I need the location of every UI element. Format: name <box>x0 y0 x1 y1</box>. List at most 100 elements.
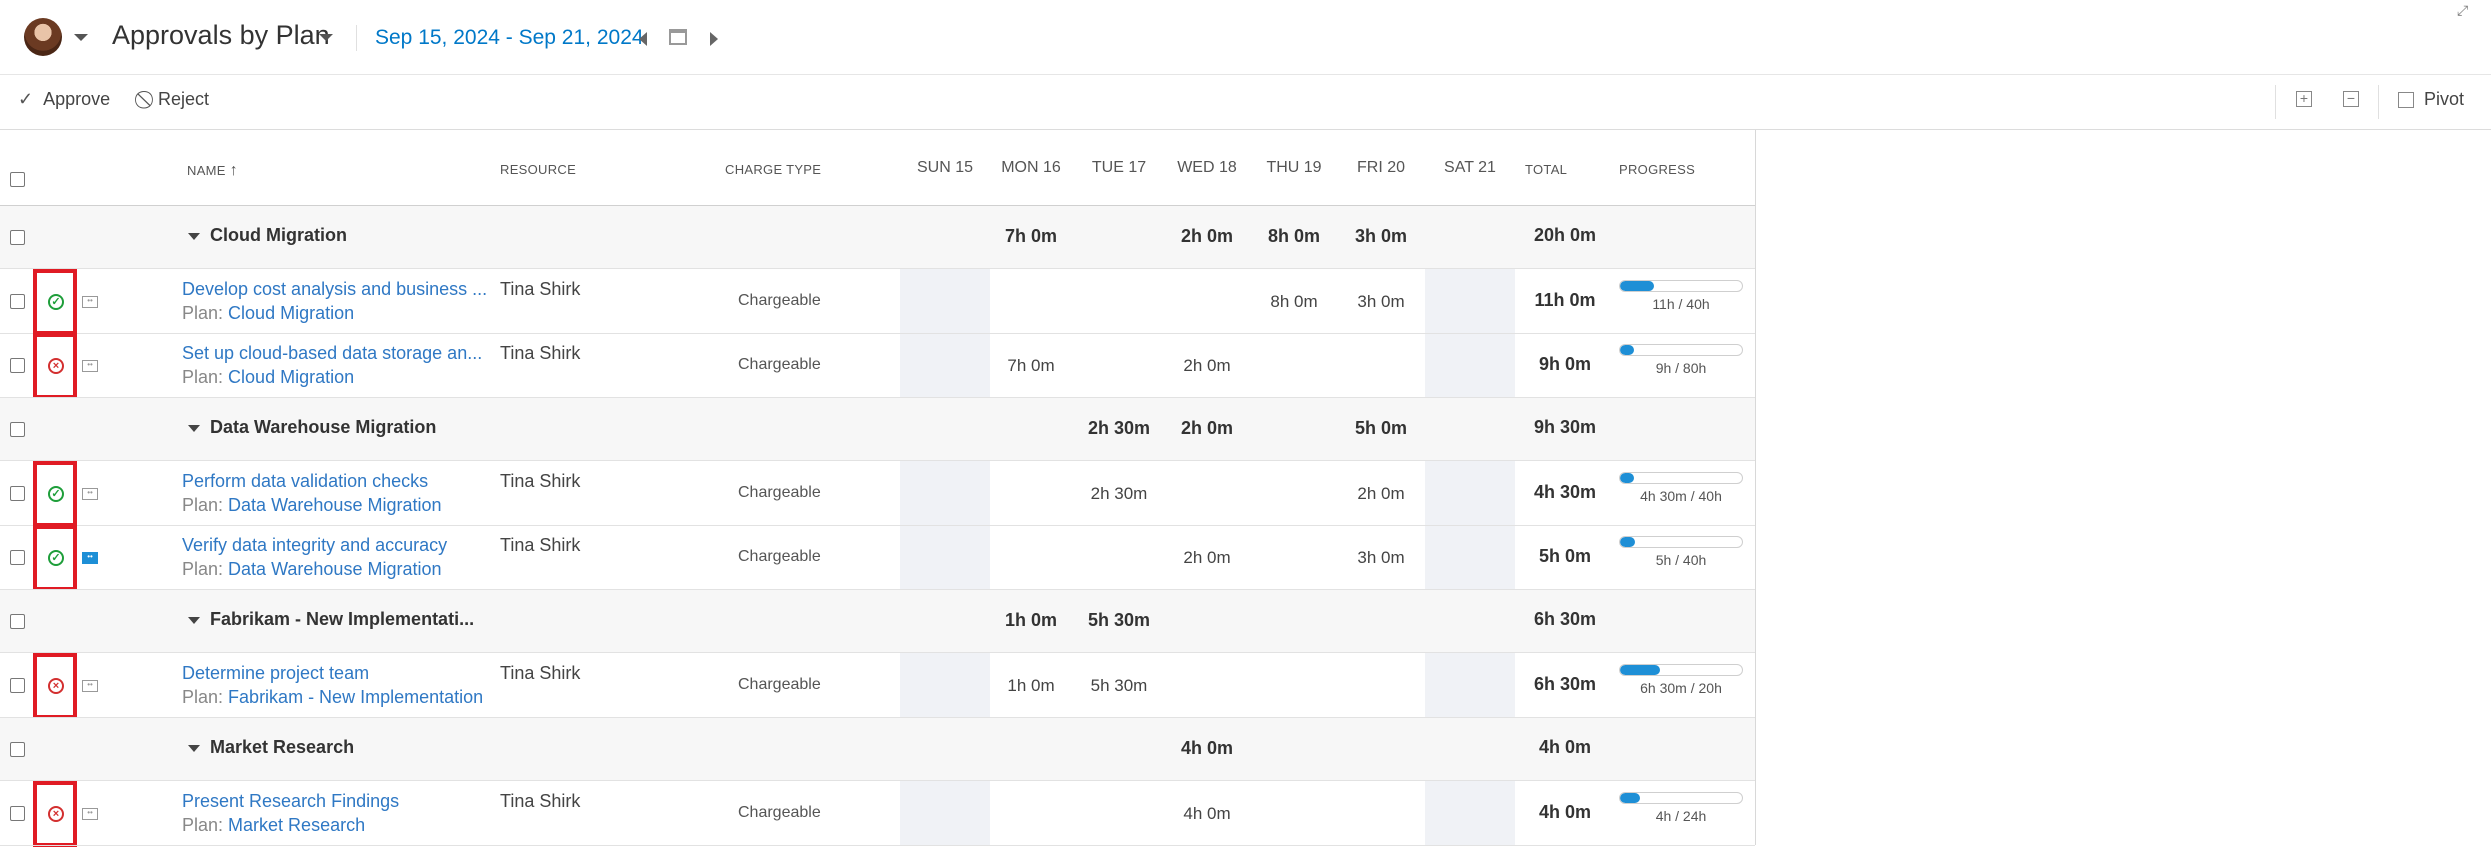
task-name-link[interactable]: Determine project team <box>182 663 369 684</box>
progress-label: 9h / 80h <box>1655 360 1707 376</box>
plan-link[interactable]: Cloud Migration <box>228 303 354 323</box>
chevron-down-icon[interactable] <box>188 617 200 624</box>
task-name-link[interactable]: Perform data validation checks <box>182 471 428 492</box>
group-day-hours: 3h 0m <box>1354 226 1408 246</box>
plan-prefix: Plan: <box>182 687 224 707</box>
row-checkbox[interactable] <box>10 294 25 309</box>
day-hours[interactable]: 1h 0m <box>987 676 1075 696</box>
day-hours[interactable]: 2h 0m <box>1337 484 1425 504</box>
group-checkbox[interactable] <box>10 742 25 757</box>
pivot-button[interactable]: Pivot <box>2398 89 2464 110</box>
reject-label: Reject <box>158 89 210 109</box>
plan-link[interactable]: Data Warehouse Migration <box>228 559 441 579</box>
task-name-link[interactable]: Set up cloud-based data storage an... <box>182 343 482 364</box>
row-divider <box>0 525 1755 526</box>
group-name[interactable]: Fabrikam - New Implementati... <box>210 609 474 630</box>
column-header-resource[interactable]: RESOURCE <box>500 162 576 177</box>
approve-button[interactable]: ✓ Approve <box>18 89 110 110</box>
calendar-icon[interactable] <box>669 29 687 45</box>
comment-icon[interactable]: •• <box>82 296 98 308</box>
column-header-thu: THU 19 <box>1266 159 1322 176</box>
row-divider <box>0 780 1755 781</box>
group-day-hours: 5h 0m <box>1354 418 1408 438</box>
day-hours[interactable]: 4h 0m <box>1163 804 1251 824</box>
approved-status-icon: ✓ <box>48 486 64 502</box>
group-day-hours: 2h 30m <box>1087 418 1151 438</box>
column-header-sun: SUN 15 <box>916 159 974 176</box>
comment-icon[interactable]: •• <box>82 360 98 372</box>
day-hours[interactable]: 3h 0m <box>1337 292 1425 312</box>
previous-week-icon[interactable] <box>639 32 647 46</box>
task-name-link[interactable]: Present Research Findings <box>182 791 399 812</box>
column-header-name[interactable]: NAME ↑ <box>187 162 238 180</box>
group-checkbox[interactable] <box>10 230 25 245</box>
next-week-icon[interactable] <box>710 32 718 46</box>
avatar-chevron-down-icon[interactable] <box>74 34 88 41</box>
resource-name: Tina Shirk <box>500 791 581 811</box>
group-name[interactable]: Cloud Migration <box>210 225 347 246</box>
column-header-fri: FRI 20 <box>1356 159 1405 176</box>
charge-type: Chargeable <box>738 484 821 501</box>
collapse-all-icon[interactable]: − <box>2343 91 2359 107</box>
task-name-link[interactable]: Develop cost analysis and business ... <box>182 279 487 300</box>
plan-link[interactable]: Cloud Migration <box>228 367 354 387</box>
approve-label: Approve <box>43 89 111 109</box>
plan-line: Plan: Data Warehouse Migration <box>182 559 441 580</box>
group-checkbox[interactable] <box>10 422 25 437</box>
task-name-link[interactable]: Verify data integrity and accuracy <box>182 535 447 556</box>
day-hours[interactable]: 3h 0m <box>1337 548 1425 568</box>
column-header-charge-type[interactable]: CHARGE TYPE <box>725 162 821 177</box>
progress-fill <box>1620 537 1636 547</box>
chevron-down-icon[interactable] <box>188 425 200 432</box>
comment-icon[interactable]: •• <box>82 488 98 500</box>
reject-button[interactable]: ⃠ Reject <box>148 89 209 110</box>
column-header-total[interactable]: TOTAL <box>1525 162 1567 177</box>
column-name-label: NAME <box>187 163 226 178</box>
charge-type: Chargeable <box>738 356 821 373</box>
comment-icon[interactable]: •• <box>82 680 98 692</box>
column-header-progress[interactable]: PROGRESS <box>1619 162 1695 177</box>
page-title[interactable]: Approvals by Plan <box>112 20 330 51</box>
plan-prefix: Plan: <box>182 367 224 387</box>
avatar[interactable] <box>24 18 62 56</box>
plan-link[interactable]: Market Research <box>228 815 365 835</box>
progress-fill <box>1620 345 1634 355</box>
resource-name: Tina Shirk <box>500 471 581 491</box>
group-name[interactable]: Data Warehouse Migration <box>210 417 436 438</box>
day-hours[interactable]: 8h 0m <box>1251 292 1337 312</box>
resource-name: Tina Shirk <box>500 343 581 363</box>
expand-window-icon[interactable]: ⤢ <box>2457 2 2468 19</box>
plan-link[interactable]: Data Warehouse Migration <box>228 495 441 515</box>
row-total: 6h 30m <box>1533 674 1597 694</box>
plan-prefix: Plan: <box>182 495 224 515</box>
day-hours[interactable]: 7h 0m <box>987 356 1075 376</box>
plan-line: Plan: Market Research <box>182 815 365 836</box>
day-hours[interactable]: 2h 30m <box>1075 484 1163 504</box>
chevron-down-icon[interactable] <box>188 745 200 752</box>
progress-bar <box>1619 664 1743 676</box>
day-hours[interactable]: 2h 0m <box>1163 356 1251 376</box>
date-range[interactable]: Sep 15, 2024 - Sep 21, 2024 <box>375 26 644 50</box>
row-total: 4h 30m <box>1533 482 1597 502</box>
row-checkbox[interactable] <box>10 550 25 565</box>
group-day-hours: 8h 0m <box>1267 226 1321 246</box>
row-checkbox[interactable] <box>10 806 25 821</box>
select-all-checkbox[interactable] <box>10 172 25 187</box>
pivot-label: Pivot <box>2424 89 2465 109</box>
expand-all-icon[interactable]: + <box>2296 91 2312 107</box>
plan-link[interactable]: Fabrikam - New Implementation <box>228 687 483 707</box>
group-total: 6h 30m <box>1533 609 1597 629</box>
divider <box>2378 85 2379 119</box>
day-hours[interactable]: 2h 0m <box>1163 548 1251 568</box>
group-checkbox[interactable] <box>10 614 25 629</box>
comment-icon[interactable]: •• <box>82 808 98 820</box>
row-checkbox[interactable] <box>10 486 25 501</box>
view-chevron-down-icon[interactable] <box>319 34 333 41</box>
row-checkbox[interactable] <box>10 358 25 373</box>
comment-icon[interactable]: •• <box>82 552 98 564</box>
row-divider <box>0 652 1755 653</box>
chevron-down-icon[interactable] <box>188 233 200 240</box>
day-hours[interactable]: 5h 30m <box>1075 676 1163 696</box>
group-name[interactable]: Market Research <box>210 737 354 758</box>
row-checkbox[interactable] <box>10 678 25 693</box>
